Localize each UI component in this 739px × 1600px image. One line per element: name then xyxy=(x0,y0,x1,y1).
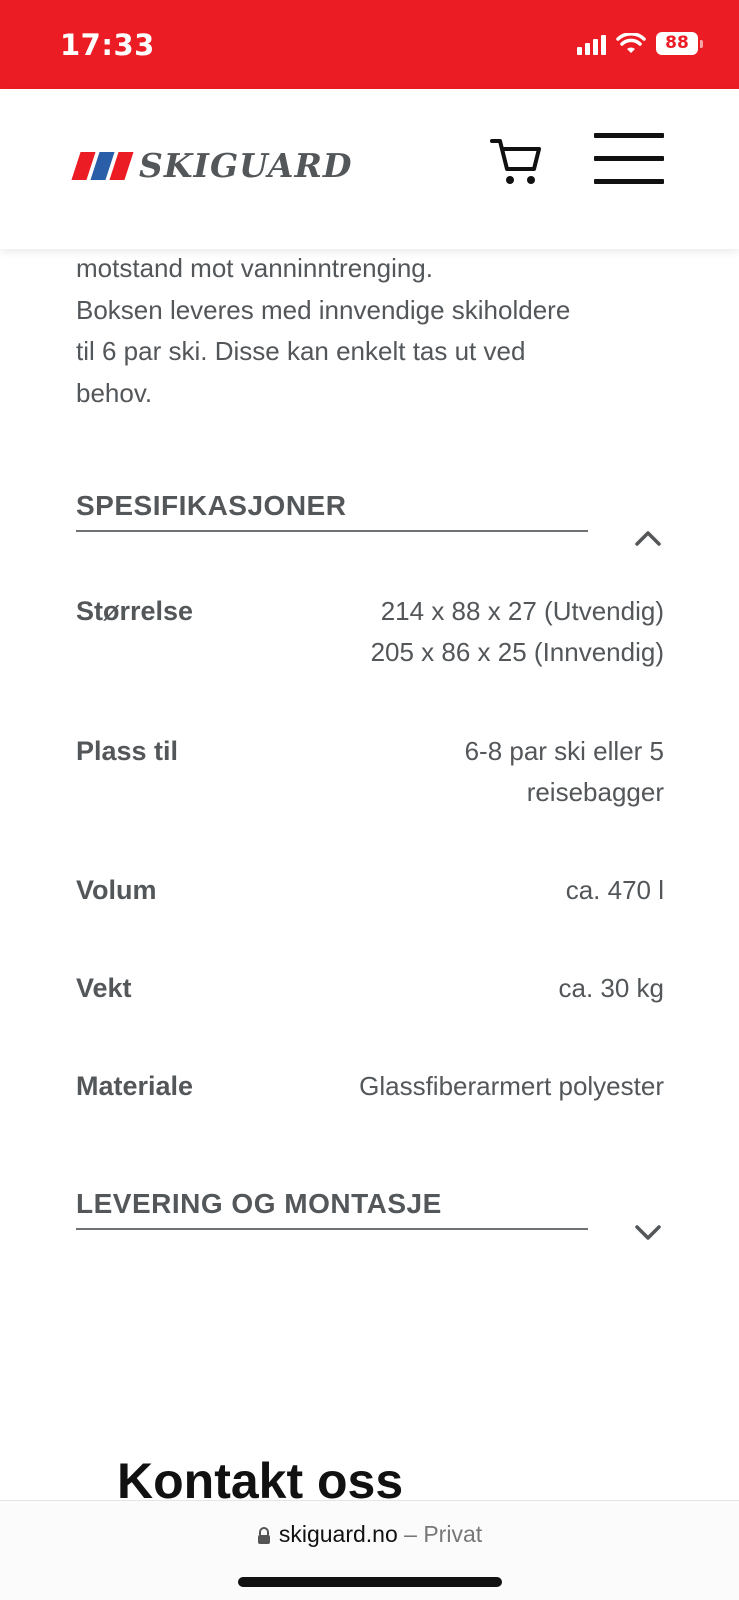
product-description: motstand mot vanninntrenging. Boksen lev… xyxy=(76,248,664,414)
spec-label: Størrelse xyxy=(76,596,194,626)
section-divider xyxy=(76,1228,588,1230)
section-divider xyxy=(76,530,588,532)
cellular-signal-icon xyxy=(577,33,606,55)
spec-value-line: 205 x 86 x 25 (Innvendig) xyxy=(370,637,664,667)
spec-value-line: Glassfiberarmert polyester xyxy=(359,1071,664,1101)
spec-value: ca. 30 kg xyxy=(558,968,664,1009)
spec-value-line: ca. 470 l xyxy=(565,875,664,905)
wifi-icon xyxy=(616,32,646,53)
chevron-down-icon[interactable] xyxy=(632,1220,664,1244)
spec-row-size: Størrelse 214 x 88 x 27 (Utvendig) 205 x… xyxy=(76,591,664,673)
spec-row-weight: Vekt ca. 30 kg xyxy=(76,968,664,1009)
spec-label: Vekt xyxy=(76,973,132,1003)
address-bar[interactable]: skiguard.no – Privat xyxy=(0,1521,739,1548)
battery-level: 88 xyxy=(656,32,698,55)
spec-value-line: ca. 30 kg xyxy=(558,973,664,1003)
lock-icon xyxy=(257,1526,270,1544)
skiguard-logo[interactable]: SKIGUARD xyxy=(71,146,353,185)
status-bar: 17:33 88 xyxy=(0,0,739,89)
spec-row-volume: Volum ca. 470 l xyxy=(76,870,664,911)
hamburger-menu-icon[interactable] xyxy=(594,133,664,185)
delivery-title: LEVERING OG MONTASJE xyxy=(76,1188,442,1219)
spec-value-line: reisebagger xyxy=(526,777,664,807)
spec-value-line: 6-8 par ski eller 5 xyxy=(464,736,664,766)
chevron-up-icon[interactable] xyxy=(632,526,664,550)
spec-value: Glassfiberarmert polyester xyxy=(359,1066,664,1107)
cart-icon[interactable] xyxy=(488,133,544,189)
battery-icon: 88 xyxy=(656,32,703,55)
home-indicator[interactable] xyxy=(238,1577,502,1587)
spec-row-material: Materiale Glassfiberarmert polyester xyxy=(76,1066,664,1107)
description-line: til 6 par ski. Disse kan enkelt tas ut v… xyxy=(76,336,526,366)
spec-row-capacity: Plass til 6-8 par ski eller 5 reisebagge… xyxy=(76,731,664,813)
spec-label: Volum xyxy=(76,875,157,905)
specifications-accordion-header[interactable]: SPESIFIKASJONER xyxy=(76,490,664,550)
private-mode-label: Privat xyxy=(423,1521,483,1547)
status-time: 17:33 xyxy=(60,28,155,62)
description-line: behov. xyxy=(76,377,153,408)
spec-label: Plass til xyxy=(76,736,179,766)
url-domain: skiguard.no xyxy=(278,1521,398,1547)
spec-value: ca. 470 l xyxy=(566,870,664,911)
browser-bottom-bar: skiguard.no – Privat xyxy=(0,1500,739,1600)
delivery-accordion-header[interactable]: LEVERING OG MONTASJE xyxy=(76,1188,664,1248)
spec-value-line: 214 x 88 x 27 (Utvendig) xyxy=(380,596,664,626)
specifications-title: SPESIFIKASJONER xyxy=(76,490,347,521)
description-line: Boksen leveres med innvendige skiholdere xyxy=(76,294,571,325)
spec-value: 214 x 88 x 27 (Utvendig) 205 x 86 x 25 (… xyxy=(371,591,664,673)
status-icons: 88 xyxy=(577,32,703,55)
description-line: motstand mot vanninntrenging. xyxy=(76,253,433,283)
spec-label: Materiale xyxy=(76,1071,194,1101)
url-separator: – xyxy=(397,1521,424,1547)
site-header: SKIGUARD xyxy=(0,89,739,249)
logo-stripes-icon xyxy=(71,151,134,180)
logo-text: SKIGUARD xyxy=(139,146,353,185)
spec-value: 6-8 par ski eller 5 reisebagger xyxy=(465,731,664,813)
